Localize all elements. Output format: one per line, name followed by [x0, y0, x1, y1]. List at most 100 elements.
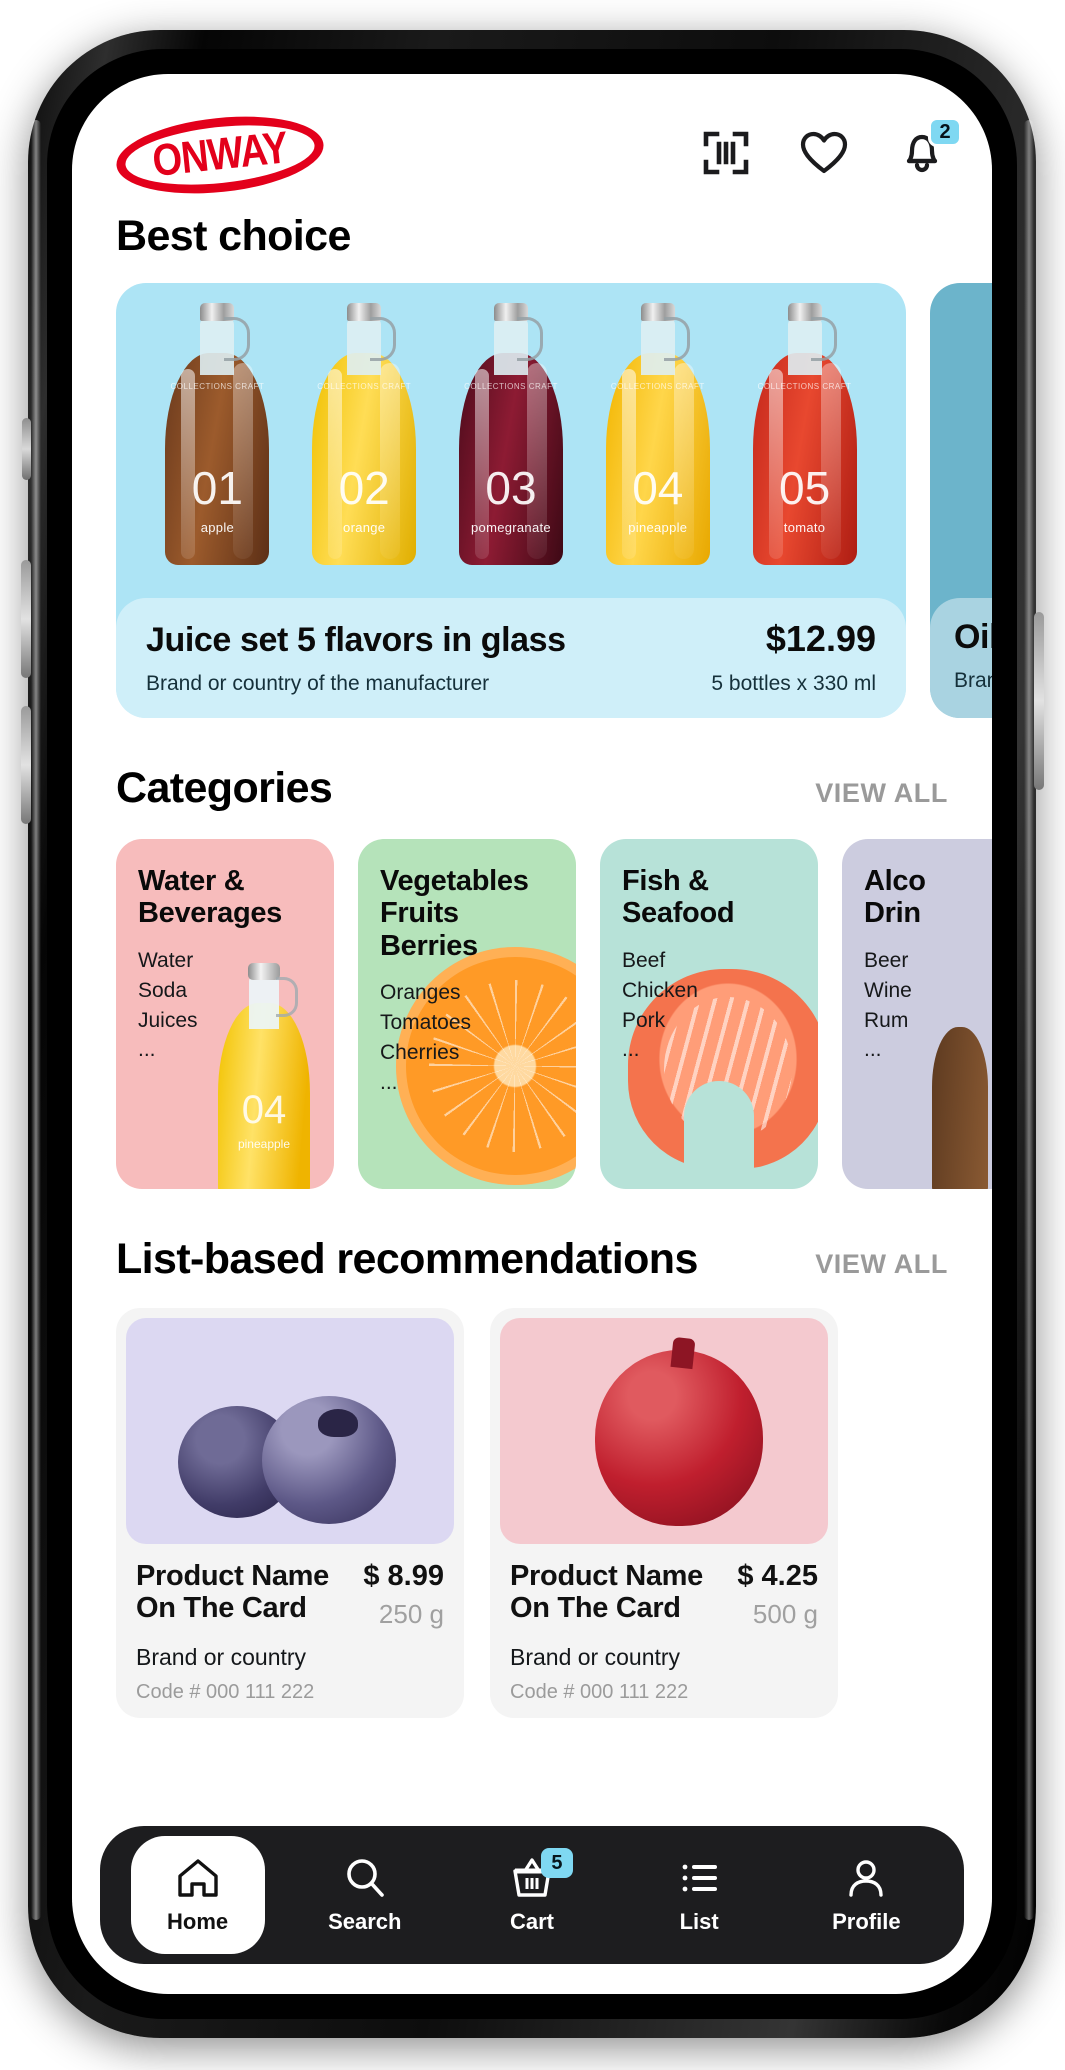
tab-label: Profile: [832, 1909, 901, 1934]
product-price-block: $ 8.99 250 g: [363, 1560, 444, 1630]
hero-title-row: Juice set 5 flavors in glass $12.99: [146, 618, 876, 660]
category-item-list: Beef Chicken Pork ...: [622, 948, 698, 1062]
product-code: Code # 000 111 222: [136, 1681, 315, 1703]
product-brand: Brand or country: [510, 1644, 681, 1670]
header-icon-group: 2: [700, 117, 962, 183]
categories-title: Categories: [116, 764, 333, 812]
tab-list[interactable]: List: [632, 1836, 766, 1954]
category-title: Fish & Seafood: [622, 865, 735, 930]
recommendations-view-all-link[interactable]: VIEW ALL: [815, 1249, 948, 1280]
bottle-wire: [664, 317, 691, 361]
hero-product-name: Oil: [954, 618, 992, 656]
bottle-number: 01: [191, 462, 243, 514]
onway-logo[interactable]: ONWAY: [112, 107, 328, 203]
bottle-flavor: orange: [343, 520, 386, 535]
bottle-number: 05: [778, 462, 831, 514]
tab-cart[interactable]: 5 Cart: [465, 1836, 599, 1954]
bottle-number: 03: [485, 462, 537, 514]
bottle-04: COLLECTIONS CRAFT 04 pineapple: [605, 303, 710, 565]
best-choice-carousel[interactable]: COLLECTIONS CRAFT 01 apple COLLECTIONS C…: [72, 261, 992, 718]
hero-info-panel: Juice set 5 flavors in glass $12.99 Bran…: [116, 598, 906, 718]
bell-icon[interactable]: 2: [896, 117, 962, 179]
product-card-blueberries[interactable]: Product Name On The Card $ 8.99 250 g Br…: [116, 1308, 464, 1718]
product-name: Product Name On The Card: [510, 1560, 703, 1625]
hero-meta-row: Brand or country of the manufacturer 5 b…: [146, 672, 876, 696]
bottle-wire: [223, 317, 250, 361]
bottle-brand: COLLECTIONS CRAFT: [610, 382, 705, 391]
bottle-03: COLLECTIONS CRAFT 03 pomegranate: [458, 303, 563, 565]
tab-profile[interactable]: Profile: [799, 1836, 933, 1954]
product-weight: 250 g: [378, 1599, 444, 1629]
bottle-flavor: pomegranate: [471, 520, 551, 535]
category-card-fish-seafood[interactable]: Fish & Seafood Beef Chicken Pork ...: [600, 839, 818, 1189]
category-title: Vegetables Fruits Berries: [380, 865, 529, 962]
product-price: $ 4.25: [737, 1560, 818, 1592]
product-weight: 500 g: [752, 1599, 818, 1629]
hero-product-subtitle: Brand: [954, 669, 992, 692]
product-price: $ 8.99: [363, 1560, 444, 1592]
product-image: [500, 1318, 828, 1544]
product-details: Product Name On The Card $ 8.99 250 g Br…: [116, 1544, 464, 1704]
profile-icon: [849, 1860, 884, 1897]
phone-screen: ONWAY 2 Best choice COLLECTIONS CRAFT 01…: [72, 74, 992, 1994]
heart-icon[interactable]: [798, 127, 850, 179]
bottle-flavor: pineapple: [628, 520, 688, 535]
illustration-number: 04: [241, 1088, 287, 1132]
category-item-list: Water Soda Juices ...: [138, 948, 198, 1062]
tab-label: Cart: [509, 1909, 554, 1934]
volume-down-button[interactable]: [21, 706, 31, 824]
bottle-wire: [810, 317, 837, 361]
tab-search[interactable]: Search: [298, 1836, 432, 1954]
product-brand: Brand or country: [136, 1644, 307, 1670]
recommendations-header: List-based recommendations VIEW ALL: [72, 1235, 992, 1284]
bell-badge: 2: [928, 117, 962, 147]
product-name: Product Name On The Card: [136, 1560, 329, 1625]
product-code: Code # 000 111 222: [510, 1681, 689, 1703]
hero-title-row: Oil: [954, 618, 992, 657]
hero-product-subtitle: Brand or country of the manufacturer: [146, 672, 490, 695]
tab-home[interactable]: Home: [130, 1836, 265, 1954]
hero-meta-row: Brand: [954, 669, 992, 693]
search-icon: [346, 1859, 384, 1897]
category-card-alcohol-drinks[interactable]: Alco Drin Beer Wine Rum ...: [842, 839, 992, 1189]
hero-product-name: Juice set 5 flavors in glass: [146, 621, 566, 659]
list-icon: [682, 1864, 718, 1892]
volume-up-button[interactable]: [21, 560, 31, 678]
barcode-scan-icon[interactable]: [700, 127, 752, 179]
bottle-brand: COLLECTIONS CRAFT: [317, 382, 412, 391]
category-item-list: Beer Wine Rum ...: [864, 948, 912, 1062]
bottle-brand: COLLECTIONS CRAFT: [464, 382, 558, 391]
bottle-brand: COLLECTIONS CRAFT: [757, 382, 852, 391]
phone-frame-highlight-right: [1024, 120, 1034, 1920]
silence-switch[interactable]: [22, 418, 31, 480]
home-icon: [177, 1859, 218, 1897]
tab-label: Search: [328, 1909, 402, 1934]
product-card-pomegranate[interactable]: Product Name On The Card $ 4.25 500 g Br…: [490, 1308, 838, 1718]
cart-badge: 5: [540, 1848, 573, 1878]
hero-product-quantity: 5 bottles x 330 ml: [711, 672, 876, 695]
product-details: Product Name On The Card $ 4.25 500 g Br…: [490, 1544, 838, 1704]
phone-frame-highlight-left: [31, 120, 41, 1920]
illustration-label: pineapple: [237, 1137, 291, 1151]
tab-label: List: [679, 1909, 719, 1934]
bottle-01: COLLECTIONS CRAFT 01 apple: [165, 303, 270, 565]
category-card-vegetables-fruits-berries[interactable]: Vegetables Fruits Berries Oranges Tomato…: [358, 839, 576, 1189]
category-title: Alco Drin: [864, 865, 926, 930]
product-title-row: Product Name On The Card $ 8.99 250 g: [136, 1560, 444, 1630]
hero-card-juice-set[interactable]: COLLECTIONS CRAFT 01 apple COLLECTIONS C…: [116, 283, 906, 718]
best-choice-title: Best choice: [116, 212, 351, 260]
recommendations-carousel[interactable]: Product Name On The Card $ 8.99 250 g Br…: [72, 1284, 992, 1718]
bottle-flavor: apple: [200, 520, 235, 535]
category-card-water-beverages[interactable]: 04 pineapple Water & Beverages Water Sod…: [116, 839, 334, 1189]
categories-view-all-link[interactable]: VIEW ALL: [815, 778, 948, 809]
power-button[interactable]: [1034, 612, 1044, 790]
categories-carousel[interactable]: 04 pineapple Water & Beverages Water Sod…: [72, 813, 992, 1189]
hero-card-oil[interactable]: Oil Brand: [930, 283, 992, 718]
hero-product-price: $12.99: [765, 618, 876, 659]
hero-bottle-row: COLLECTIONS CRAFT 01 apple COLLECTIONS C…: [116, 297, 906, 565]
bottle-05: COLLECTIONS CRAFT 05 tomato: [752, 303, 857, 565]
app-header: ONWAY 2: [72, 74, 992, 203]
logo-text: ONWAY: [150, 122, 290, 187]
bottle-number: 04: [632, 462, 684, 514]
product-title-row: Product Name On The Card $ 4.25 500 g: [510, 1560, 818, 1630]
